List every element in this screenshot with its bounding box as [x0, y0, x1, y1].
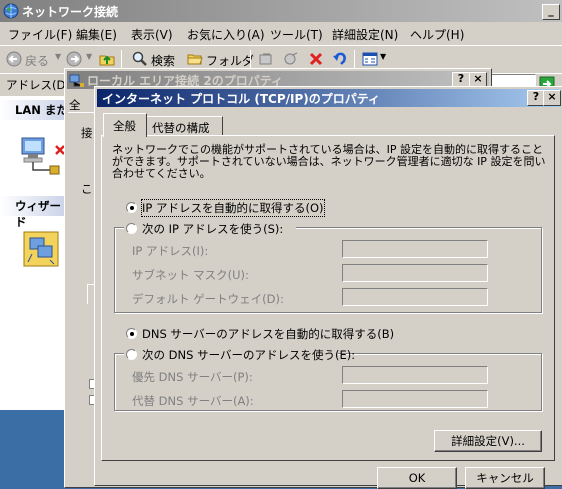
default-gateway-field[interactable]	[342, 288, 488, 306]
cancel-button[interactable]: キャンセル	[465, 467, 545, 489]
menu-favorites[interactable]: お気に入り(A)	[187, 26, 265, 43]
ip-auto-radio[interactable]	[126, 202, 137, 213]
lan-section-title: LAN また	[15, 103, 68, 117]
toolbar-separator	[354, 50, 355, 70]
tcpip-title-bar[interactable]: インターネット プロトコル (TCP/IP)のプロパティ ? ×	[97, 89, 561, 107]
explorer-title: ネットワーク接続	[22, 5, 119, 19]
folders-button-label[interactable]: フォルダ	[206, 52, 254, 69]
ip-manual-radio[interactable]	[126, 223, 137, 234]
views-icon[interactable]	[362, 51, 378, 67]
toolbar-separator	[121, 50, 122, 70]
toolbar-separator	[250, 50, 251, 70]
tcpip-properties-dialog: インターネット プロトコル (TCP/IP)のプロパティ ? × 全般 代替の構…	[94, 86, 562, 489]
up-folder-icon[interactable]	[99, 51, 115, 67]
menu-file[interactable]: ファイル(F)	[8, 26, 72, 43]
tab-panel: ネットワークでこの機能がサポートされている場合は、IP 設定を自動的に取得するこ…	[101, 135, 555, 461]
menu-advanced[interactable]: 詳細設定(N)	[332, 26, 398, 43]
ip-address-label: IP アドレス(I):	[132, 244, 209, 258]
dns-manual-label[interactable]: 次の DNS サーバーのアドレスを使う(E):	[142, 347, 355, 363]
subnet-mask-field[interactable]	[342, 264, 488, 282]
search-icon[interactable]	[132, 51, 148, 67]
description-text: ネットワークでこの機能がサポートされている場合は、IP 設定を自動的に取得するこ…	[112, 143, 546, 180]
preferred-dns-field[interactable]	[342, 366, 488, 384]
dns-auto-label[interactable]: DNS サーバーのアドレスを自動的に取得する(B)	[142, 326, 394, 342]
forward-dropdown-icon[interactable]: ▼	[86, 52, 92, 61]
local-area-fragment-2: こ	[81, 182, 93, 196]
ip-auto-label[interactable]: IP アドレスを自動的に取得する(O)	[141, 199, 325, 217]
copy-to-icon[interactable]	[283, 51, 299, 67]
tab-alternate-config-label: 代替の構成	[152, 121, 210, 135]
explorer-menu-bar: ファイル(F) 編集(E) 表示(V) お気に入り(A) ツール(T) 詳細設定…	[0, 24, 562, 44]
menu-tools[interactable]: ツール(T)	[270, 26, 323, 43]
back-arrow-icon[interactable]	[6, 51, 22, 67]
lan-connection-icon	[21, 137, 64, 175]
address-label: アドレス(D)	[6, 78, 70, 92]
tab-alternate-config[interactable]: 代替の構成	[147, 116, 223, 136]
close-button[interactable]: ×	[543, 90, 561, 106]
preferred-dns-label: 優先 DNS サーバー(P):	[132, 370, 253, 384]
forward-arrow-icon[interactable]	[66, 51, 82, 67]
menu-edit[interactable]: 編集(E)	[76, 26, 117, 43]
ip-manual-label[interactable]: 次の IP アドレスを使う(S):	[142, 221, 283, 237]
task-pane: LAN また ウィザード	[0, 96, 70, 410]
local-area-tab-fragment[interactable]: 全	[69, 97, 81, 113]
default-gateway-label: デフォルト ゲートウェイ(D):	[132, 292, 284, 306]
views-dropdown-icon[interactable]: ▼	[380, 52, 386, 61]
search-button-label[interactable]: 検索	[151, 52, 175, 69]
back-button-label[interactable]: 戻る	[25, 52, 49, 69]
alternate-dns-field[interactable]	[342, 390, 488, 408]
folders-icon[interactable]	[187, 51, 203, 67]
undo-icon[interactable]	[332, 51, 348, 67]
move-to-icon[interactable]	[258, 51, 274, 67]
explorer-title-bar[interactable]: ネットワーク接続 _	[0, 0, 562, 22]
tab-general-label: 全般	[113, 119, 136, 133]
tab-general[interactable]: 全般	[103, 113, 147, 137]
subnet-mask-label: サブネット マスク(U):	[132, 268, 249, 282]
network-connection-icon	[69, 74, 84, 87]
back-dropdown-icon[interactable]: ▼	[55, 52, 61, 61]
dns-auto-radio[interactable]	[126, 328, 137, 339]
minimize-button[interactable]: _	[542, 4, 560, 20]
advanced-button[interactable]: 詳細設定(V)...	[434, 430, 542, 452]
network-globe-icon	[3, 3, 19, 19]
ok-button[interactable]: OK	[377, 467, 457, 489]
tcpip-title: インターネット プロトコル (TCP/IP)のプロパティ	[102, 92, 381, 106]
network-wizard-icon[interactable]	[22, 230, 62, 270]
menu-help[interactable]: ヘルプ(H)	[410, 26, 464, 43]
ip-address-field[interactable]	[342, 240, 488, 258]
wizard-section-title: ウィザード	[15, 199, 61, 229]
dns-manual-radio[interactable]	[126, 349, 137, 360]
alternate-dns-label: 代替 DNS サーバー(A):	[132, 394, 254, 408]
delete-x-icon[interactable]	[308, 51, 324, 67]
menu-view[interactable]: 表示(V)	[131, 26, 173, 43]
menu-separator	[0, 45, 562, 46]
local-area-fragment-1: 接	[81, 126, 93, 140]
